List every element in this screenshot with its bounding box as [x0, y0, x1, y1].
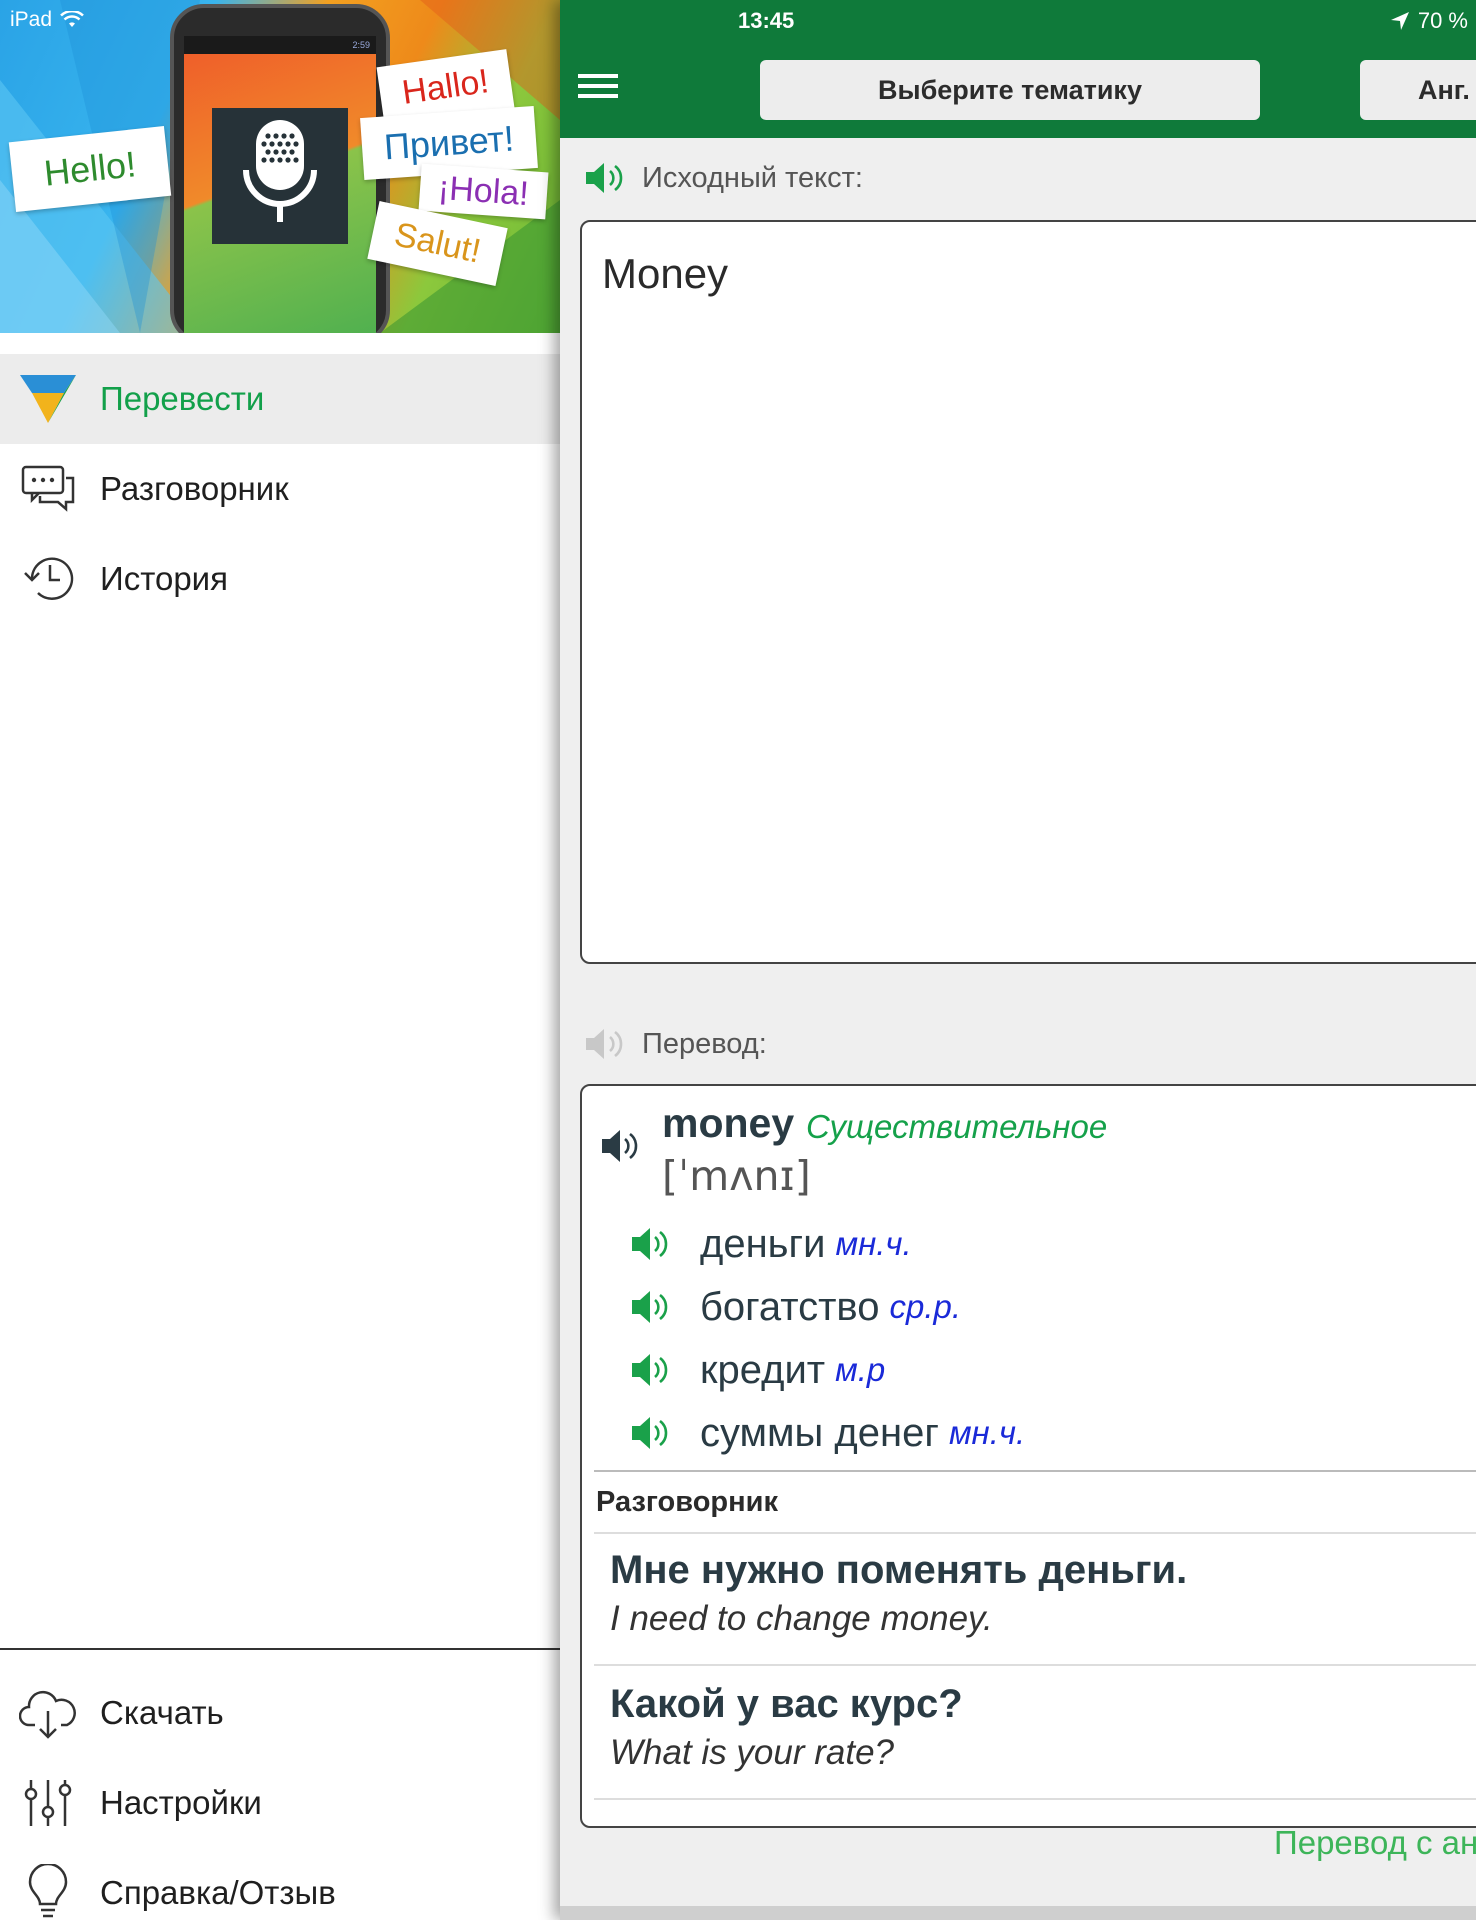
drawer-divider [0, 1648, 560, 1650]
variant-grammar: мн.ч. [835, 1225, 912, 1262]
side-drawer: iPad 2:59 Hallo! Привет! ¡Hola! Salut! H… [0, 0, 560, 1920]
variant-speaker-icon[interactable] [630, 1413, 672, 1453]
variant-word: деньги [700, 1221, 826, 1266]
nav-label-settings: Настройки [100, 1784, 262, 1821]
translation-direction-note: Перевод с ан [1274, 1824, 1476, 1861]
translate-logo-icon [18, 369, 78, 429]
translation-variant[interactable]: кредит м.р [630, 1342, 885, 1398]
translation-speaker-icon[interactable] [584, 1026, 628, 1062]
translation-section-header: Перевод: [584, 1026, 767, 1062]
phrase-russian: Мне нужно поменять деньги. [610, 1548, 1188, 1592]
location-arrow-icon [1390, 12, 1409, 30]
translation-variant[interactable]: суммы денег мн.ч. [630, 1405, 1025, 1461]
status-device: iPad [10, 8, 84, 32]
hamburger-menu-icon[interactable] [578, 74, 618, 104]
nav-item-phrasebook[interactable]: Разговорник [0, 444, 560, 534]
source-label: Исходный текст: [642, 161, 863, 194]
nav-label-download: Скачать [100, 1694, 224, 1731]
nav-label-help: Справка/Отзыв [100, 1874, 336, 1911]
topic-select-button[interactable]: Выберите тематику [760, 60, 1260, 120]
nav-item-history[interactable]: История [0, 534, 560, 624]
sliders-icon [18, 1773, 78, 1833]
phrase-russian: Какой у вас курс? [610, 1682, 963, 1726]
nav-item-translate[interactable]: Перевести [0, 354, 560, 444]
nav-item-help[interactable]: Справка/Отзыв [0, 1848, 560, 1920]
status-time: 13:45 [738, 8, 795, 33]
phone-clock: 2:59 [184, 36, 376, 54]
phrase-divider [594, 1798, 1476, 1800]
variant-word: кредит [700, 1347, 826, 1392]
greeting-flag-es: ¡Hola! [418, 163, 549, 220]
nav-label-phrasebook: Разговорник [100, 470, 289, 507]
top-bar: 13:45 70 % Выберите тематику Анг. [560, 0, 1476, 138]
battery-percent: 70 % [1417, 8, 1468, 33]
phrase-divider [594, 1532, 1476, 1534]
cloud-download-icon [18, 1683, 78, 1743]
variant-word: суммы денег [700, 1410, 939, 1455]
nav-label-translate: Перевести [100, 380, 265, 417]
section-divider [594, 1470, 1476, 1472]
translation-variant[interactable]: деньги мн.ч. [630, 1216, 912, 1272]
microphone-icon [212, 108, 348, 244]
status-right: 70 % [1390, 8, 1468, 34]
headword-speaker-icon[interactable] [600, 1126, 642, 1166]
headword: money [662, 1100, 795, 1146]
source-section-header: Исходный текст: [584, 160, 863, 196]
language-select-button[interactable]: Анг. [1360, 60, 1476, 120]
app-root: iPad 2:59 Hallo! Привет! ¡Hola! Salut! H… [0, 0, 1476, 1920]
source-speaker-icon[interactable] [584, 160, 628, 196]
variant-speaker-icon[interactable] [630, 1224, 672, 1264]
phrase-english: I need to change money. [610, 1599, 993, 1638]
translation-label: Перевод: [642, 1027, 767, 1060]
phrase-item[interactable]: Мне нужно поменять деньги. I need to cha… [610, 1548, 1187, 1639]
lightbulb-icon [18, 1863, 78, 1920]
source-text-value: Money [602, 250, 729, 297]
device-name: iPad [10, 8, 53, 31]
variant-speaker-icon[interactable] [630, 1350, 672, 1390]
variant-speaker-icon[interactable] [630, 1287, 672, 1327]
history-clock-icon [18, 549, 78, 609]
nav-item-download[interactable]: Скачать [0, 1668, 560, 1758]
source-text-input[interactable]: Money [580, 220, 1476, 964]
variant-word: богатство [700, 1284, 880, 1329]
ipa-transcription: [ˈmʌnɪ] [662, 1152, 811, 1200]
variant-grammar: м.р [835, 1351, 886, 1388]
translation-result-panel: money Существительное [ˈmʌnɪ] деньги мн.… [580, 1084, 1476, 1828]
phrasebook-heading: Разговорник [596, 1486, 779, 1518]
promo-banner: iPad 2:59 Hallo! Привет! ¡Hola! Salut! H… [0, 0, 560, 333]
variant-grammar: ср.р. [889, 1288, 962, 1325]
translation-variant[interactable]: богатство ср.р. [630, 1279, 961, 1335]
nav-item-settings[interactable]: Настройки [0, 1758, 560, 1848]
wifi-icon [60, 11, 84, 27]
bottom-strip [560, 1906, 1476, 1920]
main-panel: 13:45 70 % Выберите тематику Анг. Исходн… [560, 0, 1476, 1920]
nav-label-history: История [100, 560, 228, 597]
phrase-item[interactable]: Какой у вас курс? What is your rate? [610, 1682, 963, 1773]
phrase-divider [594, 1664, 1476, 1666]
phrase-english: What is your rate? [610, 1733, 894, 1772]
variant-grammar: мн.ч. [948, 1414, 1026, 1451]
chat-bubbles-icon [18, 459, 78, 519]
part-of-speech: Существительное [806, 1108, 1108, 1145]
